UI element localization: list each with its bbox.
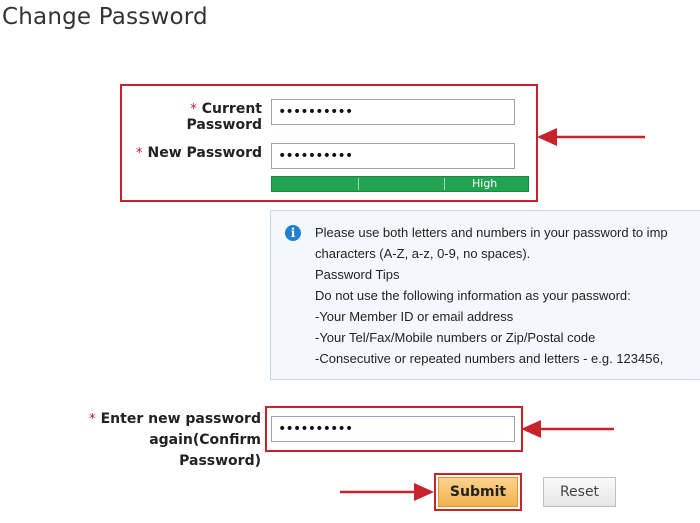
info-icon: i — [285, 225, 301, 241]
required-marker: * — [136, 146, 143, 161]
required-marker: * — [89, 412, 96, 427]
new-password-input[interactable]: •••••••••• — [271, 143, 515, 169]
page-title: Change Password — [2, 4, 208, 30]
strength-divider — [358, 178, 359, 190]
strength-divider — [444, 178, 445, 190]
arrow-icon — [521, 420, 614, 438]
tips-line: Please use both letters and numbers in y… — [315, 225, 668, 240]
password-tips-panel: i Please use both letters and numbers in… — [270, 210, 700, 380]
tips-line: Password Tips — [315, 267, 400, 282]
confirm-password-label: * Enter new password again(Confirm Passwo… — [89, 411, 261, 469]
password-tips-text: Please use both letters and numbers in y… — [315, 222, 700, 369]
arrow-icon — [537, 128, 645, 146]
tips-line: -Consecutive or repeated numbers and let… — [315, 351, 664, 366]
arrow-icon — [340, 483, 434, 501]
tips-line: -Your Member ID or email address — [315, 309, 514, 324]
password-strength-meter: High — [271, 176, 529, 192]
reset-button[interactable]: Reset — [543, 477, 616, 507]
tips-line: Do not use the following information as … — [315, 288, 631, 303]
required-marker: * — [190, 102, 197, 117]
strength-label: High — [472, 177, 498, 190]
tips-line: -Your Tel/Fax/Mobile numbers or Zip/Post… — [315, 330, 596, 345]
new-password-label: * New Password — [136, 145, 262, 161]
confirm-password-input[interactable]: •••••••••• — [271, 416, 515, 442]
current-password-label: * Current Password — [186, 101, 262, 133]
tips-line: characters (A-Z, a-z, 0-9, no spaces). — [315, 246, 531, 261]
submit-button[interactable]: Submit — [438, 477, 518, 507]
current-password-input[interactable]: •••••••••• — [271, 99, 515, 125]
